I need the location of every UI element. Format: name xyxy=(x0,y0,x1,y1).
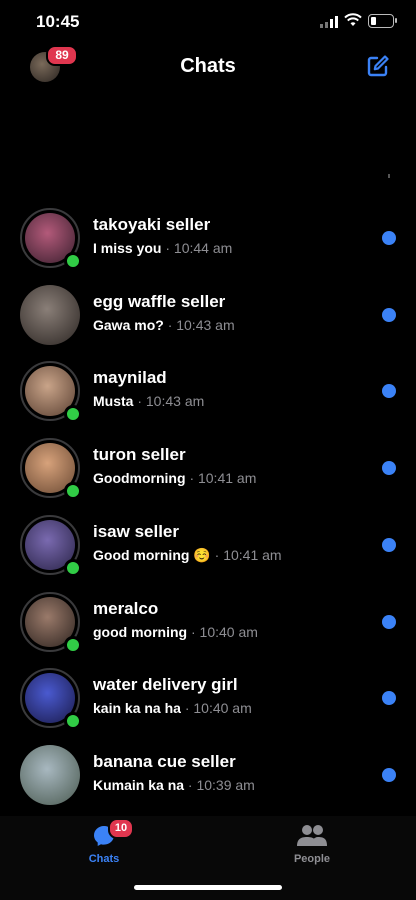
chat-message: I miss you xyxy=(93,240,162,256)
chat-message: Good morning ☺️ xyxy=(93,547,211,563)
divider xyxy=(388,174,390,178)
status-time: 10:45 xyxy=(36,12,80,31)
online-indicator xyxy=(64,252,82,270)
unread-indicator xyxy=(382,538,396,552)
chat-preview: good morning · 10:40 am xyxy=(93,624,258,640)
chat-message: Musta xyxy=(93,393,134,409)
chat-name: isaw seller xyxy=(93,522,180,541)
chat-name: takoyaki seller xyxy=(93,215,211,234)
people-icon xyxy=(297,825,327,846)
unread-indicator xyxy=(382,768,396,782)
online-indicator xyxy=(64,482,82,500)
chat-message: good morning xyxy=(93,624,188,640)
avatar xyxy=(20,592,82,654)
unread-indicator xyxy=(382,691,396,705)
chat-row[interactable]: water delivery girl kain ka na ha · 10:40… xyxy=(0,668,416,744)
chat-timestamp: · 10:40 am xyxy=(184,700,252,716)
chat-name: egg waffle seller xyxy=(93,292,226,311)
chat-name: water delivery girl xyxy=(93,675,238,694)
chat-row[interactable]: meralco good morning · 10:40 am xyxy=(0,592,416,668)
tab-people[interactable]: People xyxy=(272,816,352,886)
chat-row[interactable]: turon seller Goodmorning · 10:41 am xyxy=(0,438,416,514)
online-indicator xyxy=(64,405,82,423)
unread-indicator xyxy=(382,384,396,398)
unread-indicator xyxy=(382,308,396,322)
avatar xyxy=(20,285,80,345)
compose-icon[interactable] xyxy=(366,54,390,78)
chat-preview: Gawa mo? · 10:43 am xyxy=(93,317,235,333)
wifi-icon xyxy=(344,13,362,26)
chat-preview: Musta · 10:43 am xyxy=(93,393,204,409)
chat-message: Kumain ka na xyxy=(93,777,185,793)
chat-timestamp: · 10:44 am xyxy=(165,240,233,256)
avatar xyxy=(20,208,82,270)
chat-timestamp: · 10:41 am xyxy=(189,470,257,486)
chat-row[interactable]: isaw seller Good morning ☺️ · 10:41 am xyxy=(0,515,416,591)
avatar xyxy=(20,515,82,577)
chat-name: turon seller xyxy=(93,445,186,464)
avatar xyxy=(20,668,82,730)
avatar xyxy=(20,438,82,500)
chat-row[interactable]: banana cue seller Kumain ka na · 10:39 am xyxy=(0,745,416,821)
chat-name: meralco xyxy=(93,599,159,618)
chat-row[interactable]: maynilad Musta · 10:43 am xyxy=(0,361,416,437)
chat-message: Gawa mo? xyxy=(93,317,164,333)
page-title: Chats xyxy=(180,55,236,77)
chat-preview: Kumain ka na · 10:39 am xyxy=(93,777,255,793)
chat-timestamp: · 10:43 am xyxy=(167,317,235,333)
chat-timestamp: · 10:40 am xyxy=(190,624,258,640)
unread-indicator xyxy=(382,231,396,245)
chat-name: maynilad xyxy=(93,368,167,387)
battery-icon xyxy=(368,14,394,28)
chat-message: Goodmorning xyxy=(93,470,186,486)
chat-preview: I miss you · 10:44 am xyxy=(93,240,232,256)
chat-name: banana cue seller xyxy=(93,752,236,771)
chat-message: kain ka na ha xyxy=(93,700,181,716)
chat-timestamp: · 10:39 am xyxy=(187,777,255,793)
chat-timestamp: · 10:41 am xyxy=(214,547,282,563)
avatar xyxy=(20,745,80,805)
unread-indicator xyxy=(382,615,396,629)
chat-preview: Goodmorning · 10:41 am xyxy=(93,470,256,486)
online-indicator xyxy=(64,559,82,577)
signal-icon xyxy=(320,16,338,28)
chat-timestamp: · 10:43 am xyxy=(137,393,205,409)
online-indicator xyxy=(64,636,82,654)
tab-people-label: People xyxy=(293,853,331,865)
home-indicator xyxy=(134,885,282,890)
unread-indicator xyxy=(382,461,396,475)
chat-row[interactable]: takoyaki seller I miss you · 10:44 am xyxy=(0,208,416,284)
chat-preview: Good morning ☺️ · 10:41 am xyxy=(93,547,282,564)
chat-row[interactable]: egg waffle seller Gawa mo? · 10:43 am xyxy=(0,285,416,361)
online-indicator xyxy=(64,712,82,730)
chat-preview: kain ka na ha · 10:40 am xyxy=(93,700,252,716)
status-bar: 10:45 xyxy=(0,0,416,44)
chats-badge: 10 xyxy=(108,818,134,839)
avatar xyxy=(20,361,82,423)
tab-chats[interactable]: 10 Chats xyxy=(64,816,144,886)
tab-chats-label: Chats xyxy=(88,853,120,865)
